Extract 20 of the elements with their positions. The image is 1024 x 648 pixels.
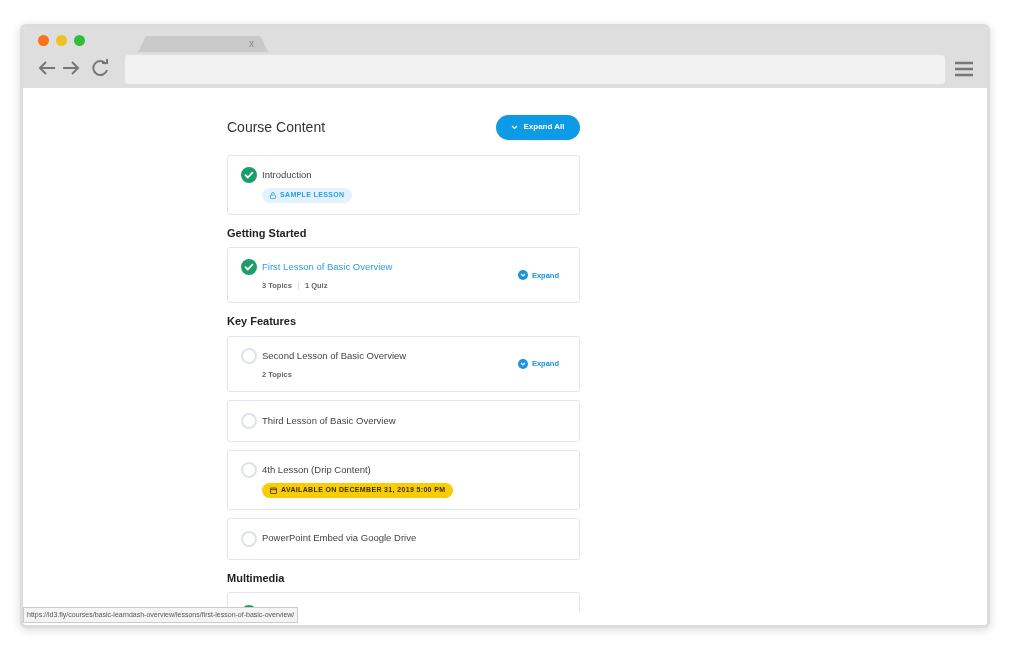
chevron-down-icon <box>511 124 519 130</box>
lesson-card[interactable]: Third Lesson of Basic Overview <box>227 400 580 442</box>
calendar-icon <box>270 486 277 494</box>
lesson-link[interactable]: 4th Lesson (Drip Content) <box>262 462 371 478</box>
section-heading: Multimedia <box>227 570 286 586</box>
lesson-link[interactable]: Second Lesson of Basic Overview <box>262 348 407 363</box>
section-heading: Getting Started <box>227 225 308 241</box>
forward-arrow-icon[interactable] <box>61 60 81 76</box>
page-title: Course Content <box>227 117 326 137</box>
menu-icon[interactable] <box>955 61 973 77</box>
lock-icon <box>270 191 276 199</box>
back-arrow-icon[interactable] <box>37 60 57 76</box>
lesson-link[interactable]: Third Lesson of Basic Overview <box>262 413 396 429</box>
lesson-card[interactable]: PowerPoint Embed via Google Drive <box>227 517 580 560</box>
lesson-link[interactable]: Introduction <box>262 167 312 183</box>
section-heading: Key Features <box>227 314 298 330</box>
lesson-link[interactable]: PowerPoint Embed via Google Drive <box>262 531 417 546</box>
chevron-down-circle-icon <box>517 358 528 369</box>
reload-icon[interactable] <box>91 59 111 77</box>
chevron-down-circle-icon <box>517 270 528 281</box>
